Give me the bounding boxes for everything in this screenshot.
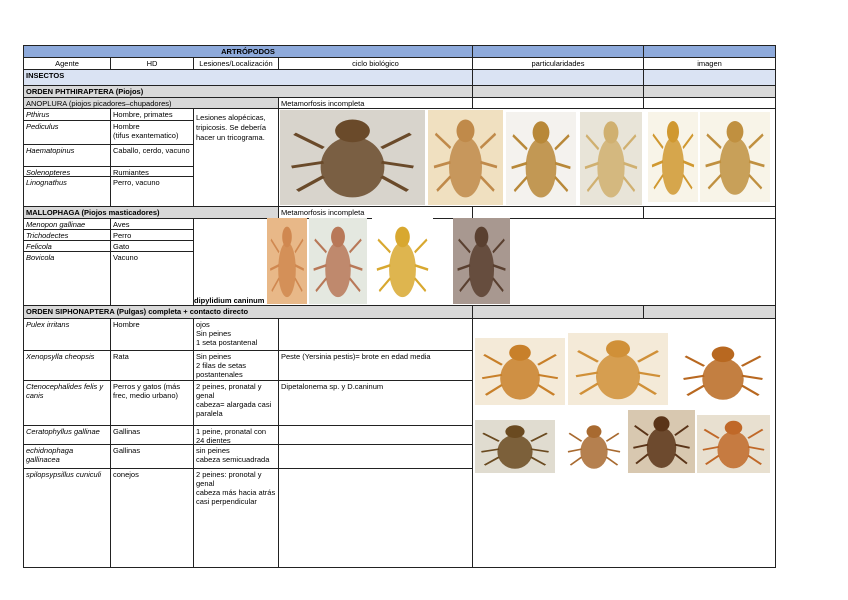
specimen-image (700, 112, 770, 202)
hd-cell: Hombre (tifus exantematico) (110, 120, 194, 145)
agente-cell: Haematopinus (23, 144, 111, 167)
flea-hd-cell: Perros y gatos (más frec, medio urbano) (110, 380, 194, 426)
specimen-image (280, 110, 425, 205)
specimen-image (568, 333, 668, 405)
flea-lesiones-cell: 2 peines: pronotal y genal cabeza más ha… (193, 468, 279, 568)
flea-hd-cell: conejos (110, 468, 194, 568)
flea-lesiones-cell: sin peines cabeza semicuadrada (193, 444, 279, 469)
agente-cell: Bovicola (23, 251, 111, 306)
flea-hd-cell: Rata (110, 350, 194, 381)
specimen-image (475, 338, 565, 405)
hd-cell: Vacuno (110, 251, 194, 306)
section-siphonaptera: ORDEN SIPHONAPTERA (Pulgas) completa + c… (23, 305, 473, 319)
flea-ciclo-cell (278, 425, 473, 445)
flea-ciclo-cell (278, 318, 473, 351)
specimen-image (453, 218, 510, 304)
agente-cell: Linognathus (23, 176, 111, 207)
section-insectos: INSECTOS (23, 69, 473, 86)
specimen-image (506, 112, 576, 205)
hd-cell: Caballo, cerdo, vacuno (110, 144, 194, 167)
hd-cell: Perro, vacuno (110, 176, 194, 207)
anoplura-lesiones: Lesiones alopécicas, tripicosis. Se debe… (193, 108, 279, 207)
dipylidium-note: dipylidium caninum (194, 296, 265, 305)
flea-lesiones-cell: 1 peine, pronatal con 24 dientes (193, 425, 279, 445)
flea-ciclo-cell: Peste (Yersinia pestis)= brote en edad m… (278, 350, 473, 381)
specimen-image (428, 110, 503, 205)
agente-cell: Pediculus (23, 120, 111, 145)
flea-ciclo-cell: Dipetalonema sp. y D.caninum (278, 380, 473, 426)
flea-agente-cell: echidnophaga gallinacea (23, 444, 111, 469)
specimen-image (676, 340, 770, 405)
flea-lesiones-cell: Sin peines 2 filas de setas postantenale… (193, 350, 279, 381)
specimen-image (372, 218, 433, 304)
blank (643, 305, 776, 319)
flea-agente-cell: Xenopsylla cheopsis (23, 350, 111, 381)
flea-agente-cell: spilopsypsillus cuniculi (23, 468, 111, 568)
flea-agente-cell: Pulex irritans (23, 318, 111, 351)
specimen-image (628, 410, 695, 473)
flea-lesiones-cell: ojos Sin peines 1 seta postantenal (193, 318, 279, 351)
flea-ciclo-cell (278, 444, 473, 469)
flea-hd-cell: Gallinas (110, 444, 194, 469)
specimen-image (309, 218, 367, 304)
specimen-image (648, 112, 698, 202)
specimen-image (580, 112, 642, 205)
flea-hd-cell: Gallinas (110, 425, 194, 445)
specimen-image (563, 420, 625, 473)
specimen-image (475, 420, 555, 473)
flea-ciclo-cell (278, 468, 473, 568)
specimen-image (267, 218, 307, 304)
flea-agente-cell: Ceratophyllus gallinae (23, 425, 111, 445)
blank (643, 69, 776, 86)
specimen-image (697, 415, 770, 473)
flea-agente-cell: Ctenocephalides felis y canis (23, 380, 111, 426)
flea-hd-cell: Hombre (110, 318, 194, 351)
flea-lesiones-cell: 2 peines, pronatal y genal cabeza= alarg… (193, 380, 279, 426)
blank (472, 69, 644, 86)
blank (472, 305, 644, 319)
